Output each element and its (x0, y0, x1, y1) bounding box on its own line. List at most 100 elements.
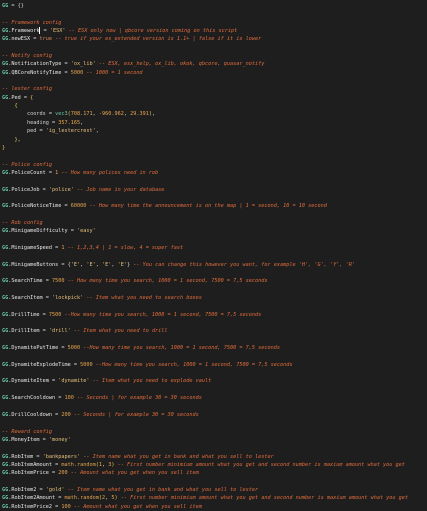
code-token: 'drill' (48, 328, 71, 335)
code-line[interactable]: GG.PoliceJob = 'police' -- Job name in y… (2, 186, 427, 194)
code-line[interactable]: ​ (2, 386, 427, 394)
code-line[interactable]: ​ (2, 252, 427, 260)
code-line[interactable]: ​ (2, 319, 427, 327)
code-line[interactable]: -- Notify config (2, 52, 427, 60)
code-line[interactable]: GG.SearchItem = 'lockpick' -- Item what … (2, 294, 427, 302)
code-line[interactable]: GG.MinigameButtons = {'E', 'E', 'E', 'E'… (2, 261, 427, 269)
code-token: -- 1,2,3,4 | 1 = slow, 4 = super fast (67, 244, 184, 251)
code-line[interactable]: ​ (2, 44, 427, 52)
code-token: .SearchCooldown (8, 395, 56, 402)
code-line[interactable]: } (2, 144, 427, 152)
code-line[interactable]: ​ (2, 352, 427, 360)
code-editor[interactable]: GG = {}​-- Framework configGG.Framework … (0, 0, 427, 510)
code-line[interactable]: GG.PoliceNoticeTime = 60000 -- How many … (2, 202, 427, 210)
code-line[interactable]: GG.MinigameDifficulty = 'easy' (2, 227, 427, 235)
code-line[interactable]: GG.RobItem = 'bankpapers' -- Item name w… (2, 453, 427, 461)
code-token: .DynamiteItem (8, 378, 49, 385)
code-line[interactable]: ped = 'ig_lestercrest', (2, 127, 427, 135)
code-line[interactable]: GG.MoneyItem = 'money' (2, 436, 427, 444)
code-token: = {} (8, 3, 24, 9)
code-line[interactable]: GG = {} (2, 2, 427, 10)
code-token: -- Police config (2, 161, 52, 168)
code-line[interactable]: GG.Framework = 'ESX' -- ESX only now | q… (2, 27, 427, 35)
code-line[interactable]: coords = vec3(708.171, -960.962, 29.391)… (2, 110, 427, 118)
code-line[interactable]: -- Reward config (2, 428, 427, 436)
code-token: -- Item name what you get in bank and wh… (83, 453, 274, 460)
code-line[interactable]: GG.NotificationType = 'ox_lib' -- ESX, e… (2, 60, 427, 68)
code-token: -- How many time you search, 1000 = 1 se… (67, 278, 268, 285)
code-line[interactable]: ​ (2, 177, 427, 185)
code-token: = (36, 486, 46, 493)
code-token: 5000 (70, 69, 84, 76)
code-token: 200 (61, 411, 71, 418)
code-token: .MinigameButtons (8, 261, 59, 268)
code-line[interactable]: ​ (2, 286, 427, 294)
code-line[interactable]: GG.RobItem2Amount = math.random(2, 5) --… (2, 494, 427, 502)
code-line[interactable]: GG.DynamiteItem = 'dynamite' -- Item wha… (2, 377, 427, 385)
code-token: -- lester config (2, 86, 52, 93)
code-line[interactable]: GG.RobItemPrice = 200 -- Amount what you… (2, 469, 427, 477)
code-token: 'E' (86, 261, 96, 268)
code-line[interactable]: GG.DynamiteExplodeTime = 5000 --How many… (2, 361, 427, 369)
code-line[interactable]: ​ (2, 211, 427, 219)
code-line[interactable]: GG.QBCoreNotifyTime = 5000 -- 1000 = 1 s… (2, 69, 427, 77)
code-line[interactable]: ​ (2, 403, 427, 411)
code-token: = (67, 228, 77, 235)
code-token: -- How many polices need in rob (61, 169, 159, 176)
code-token: = (61, 61, 71, 68)
code-token: -- Seconds | for example 30 = 30 seconds (76, 395, 202, 402)
code-token: 'easy' (76, 228, 96, 235)
code-token: vec3 (55, 111, 68, 118)
code-line[interactable]: { (2, 102, 427, 110)
code-token: -- Seconds | for example 30 = 30 seconds (73, 411, 199, 418)
code-token: 357.165 (58, 119, 81, 126)
code-token: 'police' (48, 186, 74, 193)
code-token: heading = (2, 119, 59, 126)
code-line[interactable]: GG.DynamitePutTime = 5000 --How many tim… (2, 344, 427, 352)
code-line[interactable]: GG.RobItem2 = 'gold' -- Item name what y… (2, 486, 427, 494)
code-line[interactable]: GG.DrillItem = 'drill' -- Item what you … (2, 327, 427, 335)
code-token: 'money' (48, 436, 71, 443)
code-token: true (39, 36, 53, 43)
code-line[interactable]: GG.Ped = { (2, 94, 427, 102)
code-line[interactable]: -- Framework config (2, 19, 427, 27)
code-line[interactable]: ​ (2, 444, 427, 452)
code-line[interactable]: -- lester config (2, 85, 427, 93)
code-token: -- How many time the announcement is on … (89, 203, 327, 210)
code-line[interactable]: GG.RobItemPrice2 = 100 -- Amount what yo… (2, 503, 427, 511)
code-line[interactable]: GG.SearchTime = 7500 -- How many time yo… (2, 277, 427, 285)
code-token: = (51, 461, 62, 468)
code-line[interactable]: GG.RobItemAmount = math.random(1, 3) -- … (2, 461, 427, 469)
code-line[interactable]: ​ (2, 478, 427, 486)
code-line[interactable]: ​ (2, 236, 427, 244)
code-line[interactable]: ​ (2, 194, 427, 202)
code-line[interactable]: GG.PoliceCount = 1 -- How many polices n… (2, 169, 427, 177)
code-token: .DynamitePutTime (8, 345, 59, 352)
code-line[interactable]: GG.newESX = true -- true if your es_exte… (2, 35, 427, 43)
code-line[interactable]: ​ (2, 152, 427, 160)
code-line[interactable]: GG.MinigameSpeed = 1 -- 1,2,3,4 | 1 = sl… (2, 244, 427, 252)
code-line[interactable]: }, (2, 136, 427, 144)
code-token: .PoliceJob (8, 186, 40, 193)
code-token: .SearchItem (8, 295, 43, 302)
code-line[interactable]: -- Police config (2, 161, 427, 169)
code-token: 5000 (67, 345, 81, 352)
code-line[interactable]: GG.DrillTime = 7500 --How many time you … (2, 311, 427, 319)
code-line[interactable]: GG.SearchCooldown = 100 -- Seconds | for… (2, 394, 427, 402)
code-token: -- First number minimium amount what you… (120, 495, 409, 502)
code-line[interactable]: ​ (2, 269, 427, 277)
code-token: = (61, 69, 71, 76)
code-line[interactable]: ​ (2, 77, 427, 85)
code-line[interactable]: -- Rob config (2, 219, 427, 227)
code-token: .Ped (8, 94, 21, 101)
code-line[interactable]: ​ (2, 369, 427, 377)
code-line[interactable]: ​ (2, 336, 427, 344)
code-token: .RobItem (8, 453, 34, 460)
code-line[interactable]: GG.DrillCooldown = 200 -- Seconds | for … (2, 411, 427, 419)
code-line[interactable]: ​ (2, 10, 427, 18)
code-line[interactable]: ​ (2, 302, 427, 310)
code-token: 100 (61, 503, 71, 510)
code-line[interactable]: heading = 357.165, (2, 119, 427, 127)
code-line[interactable]: ​ (2, 419, 427, 427)
